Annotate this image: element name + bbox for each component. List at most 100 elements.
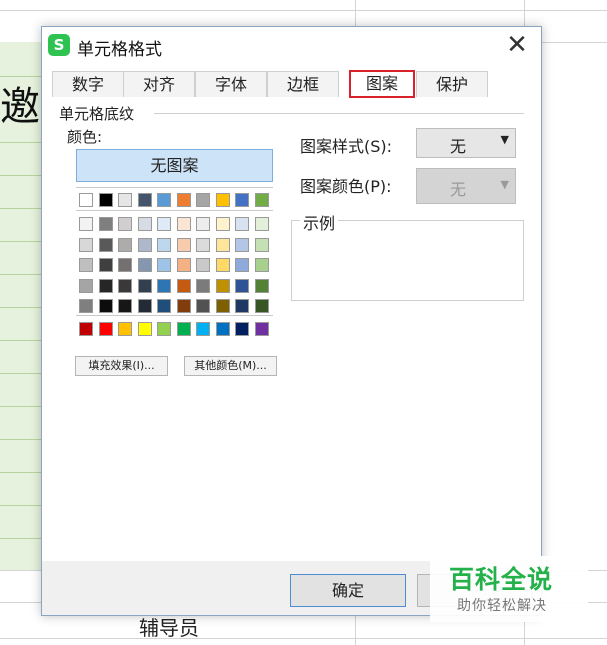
standard-color-swatch[interactable]: [215, 322, 230, 336]
color-swatch[interactable]: [157, 258, 171, 272]
ok-button[interactable]: 确定: [290, 574, 406, 607]
grid-line: [0, 638, 607, 639]
wps-spreadsheet-icon: S: [48, 34, 70, 56]
color-swatch[interactable]: [254, 258, 269, 272]
close-button[interactable]: ✕: [502, 31, 532, 61]
color-swatch[interactable]: [235, 193, 249, 207]
color-swatch[interactable]: [215, 258, 230, 272]
tab-bar: 数字 对齐 字体 边框 图案 保护: [52, 70, 532, 99]
no-pattern-button[interactable]: 无图案: [76, 149, 273, 182]
color-swatch[interactable]: [137, 278, 152, 293]
color-swatch[interactable]: [79, 258, 93, 272]
fill-effects-button[interactable]: 填充效果(I)...: [75, 356, 168, 376]
tab-font[interactable]: 字体: [195, 71, 267, 97]
color-swatch[interactable]: [254, 299, 269, 313]
cell-text-counselor: 辅导员: [139, 616, 199, 640]
color-swatch[interactable]: [157, 278, 171, 293]
grid-line: [0, 241, 42, 242]
color-swatch[interactable]: [98, 278, 113, 293]
standard-color-swatch[interactable]: [176, 322, 191, 336]
color-swatch[interactable]: [157, 193, 171, 207]
color-swatch[interactable]: [157, 299, 171, 313]
dialog-titlebar[interactable]: S 单元格格式 ✕: [42, 27, 541, 65]
color-swatch[interactable]: [196, 278, 210, 293]
tab-protection[interactable]: 保护: [416, 71, 488, 97]
color-swatch[interactable]: [254, 217, 269, 231]
color-swatch[interactable]: [196, 193, 210, 207]
color-swatch[interactable]: [118, 217, 132, 231]
color-swatch[interactable]: [235, 299, 249, 313]
color-swatch[interactable]: [137, 299, 152, 313]
color-swatch[interactable]: [176, 299, 191, 313]
tab-pattern[interactable]: 图案: [349, 70, 415, 98]
color-swatch[interactable]: [196, 237, 210, 252]
color-swatch[interactable]: [215, 217, 230, 231]
color-swatch[interactable]: [215, 299, 230, 313]
standard-color-swatch[interactable]: [79, 322, 93, 336]
color-swatch[interactable]: [118, 237, 132, 252]
tab-border[interactable]: 边框: [267, 71, 339, 97]
color-swatch[interactable]: [98, 237, 113, 252]
standard-color-swatch[interactable]: [137, 322, 152, 336]
color-swatch[interactable]: [137, 237, 152, 252]
grid-line: [0, 340, 42, 341]
grid-line: [0, 538, 42, 539]
color-swatch[interactable]: [118, 258, 132, 272]
grid-line: [0, 439, 42, 440]
tab-alignment[interactable]: 对齐: [123, 71, 195, 97]
color-swatch[interactable]: [79, 217, 93, 231]
color-swatch[interactable]: [118, 278, 132, 293]
color-swatch[interactable]: [98, 193, 113, 207]
pattern-color-select[interactable]: 无 ▼: [416, 168, 516, 204]
color-swatch[interactable]: [196, 299, 210, 313]
color-swatch[interactable]: [118, 193, 132, 207]
color-swatch[interactable]: [176, 217, 191, 231]
color-swatch[interactable]: [215, 193, 230, 207]
grid-line: [0, 175, 42, 176]
color-swatch[interactable]: [79, 193, 93, 207]
color-swatch[interactable]: [235, 278, 249, 293]
color-swatch[interactable]: [235, 217, 249, 231]
standard-color-swatch[interactable]: [98, 322, 113, 336]
color-swatch[interactable]: [176, 193, 191, 207]
color-swatch[interactable]: [79, 278, 93, 293]
grid-line: [0, 373, 42, 374]
grid-line: [0, 274, 42, 275]
color-swatch[interactable]: [157, 237, 171, 252]
color-swatch[interactable]: [254, 237, 269, 252]
color-swatch[interactable]: [196, 217, 210, 231]
color-swatch[interactable]: [137, 217, 152, 231]
color-swatch[interactable]: [254, 278, 269, 293]
standard-color-swatch[interactable]: [196, 322, 210, 336]
standard-color-swatch[interactable]: [235, 322, 249, 336]
standard-color-swatch[interactable]: [118, 322, 132, 336]
pattern-style-label: 图案样式(S):: [300, 137, 393, 156]
cell-shading-group-label: 单元格底纹: [59, 103, 139, 124]
color-swatch[interactable]: [98, 258, 113, 272]
color-swatch[interactable]: [79, 299, 93, 313]
grid-line: [0, 472, 42, 473]
more-colors-button[interactable]: 其他颜色(M)...: [184, 356, 277, 376]
color-swatch[interactable]: [196, 258, 210, 272]
color-swatch[interactable]: [137, 258, 152, 272]
color-swatch[interactable]: [176, 278, 191, 293]
tab-number[interactable]: 数字: [52, 71, 124, 97]
color-swatch[interactable]: [235, 237, 249, 252]
standard-color-swatch[interactable]: [157, 322, 171, 336]
color-swatch[interactable]: [98, 217, 113, 231]
standard-color-swatch[interactable]: [254, 322, 269, 336]
pattern-style-select[interactable]: 无 ▼: [416, 128, 516, 158]
color-swatch[interactable]: [98, 299, 113, 313]
color-swatch[interactable]: [118, 299, 132, 313]
color-swatch[interactable]: [176, 237, 191, 252]
grid-line: [0, 10, 607, 11]
color-swatch[interactable]: [157, 217, 171, 231]
color-swatch[interactable]: [215, 237, 230, 252]
color-swatch[interactable]: [79, 237, 93, 252]
color-swatch[interactable]: [254, 193, 269, 207]
color-swatch[interactable]: [235, 258, 249, 272]
color-swatch[interactable]: [137, 193, 152, 207]
color-swatch[interactable]: [215, 278, 230, 293]
color-swatch[interactable]: [176, 258, 191, 272]
dropdown-arrow-icon: ▼: [500, 178, 509, 191]
